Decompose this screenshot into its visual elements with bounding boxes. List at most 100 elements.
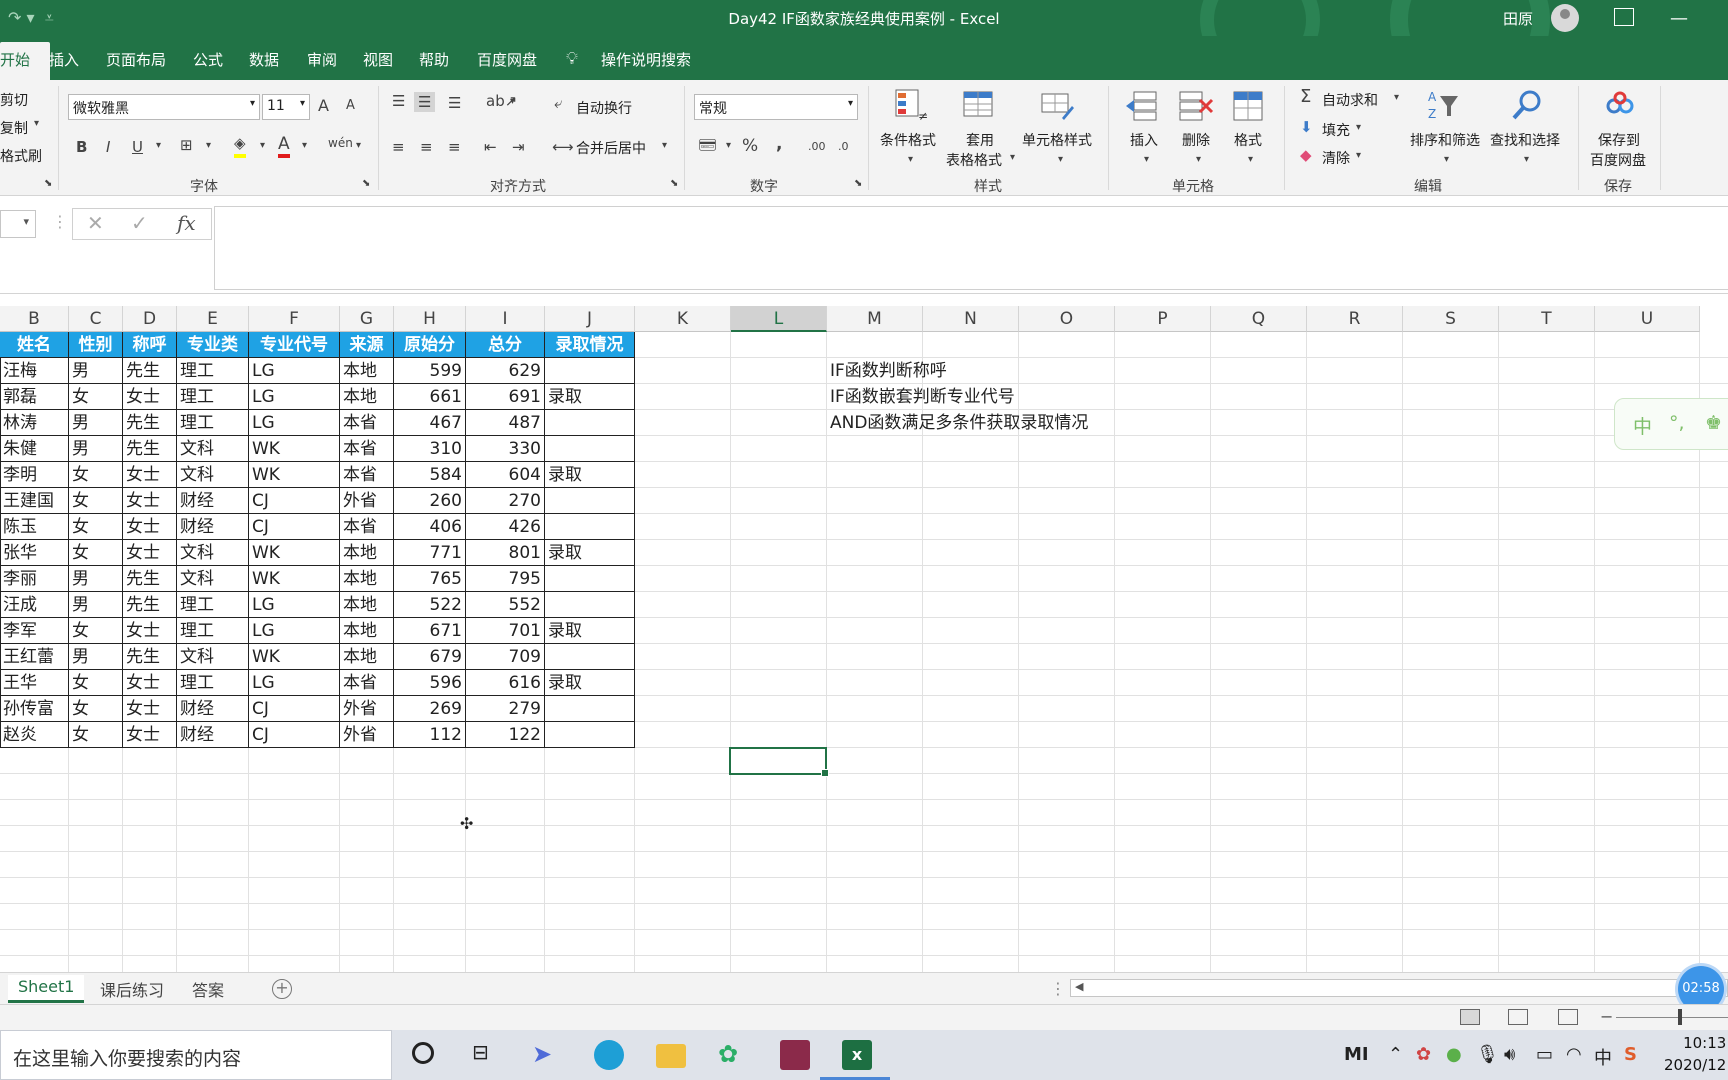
table-cell[interactable]: 理工: [177, 592, 249, 618]
border-icon[interactable]: ⊞: [180, 136, 193, 154]
table-cell[interactable]: 本地: [340, 566, 394, 592]
table-cell[interactable]: [545, 696, 635, 722]
sheet-tab-answer[interactable]: 答案: [182, 975, 234, 1003]
column-header-q[interactable]: Q: [1211, 306, 1307, 332]
percent-button[interactable]: %: [742, 136, 758, 156]
sort-filter-button[interactable]: 排序和筛选: [1410, 130, 1480, 150]
sort-filter-icon[interactable]: A Z: [1426, 88, 1462, 122]
table-cell[interactable]: 599: [394, 358, 466, 384]
italic-button[interactable]: I: [106, 138, 110, 156]
format-as-table-icon[interactable]: [962, 88, 998, 122]
enter-icon[interactable]: ✓: [131, 211, 148, 235]
table-cell[interactable]: 112: [394, 722, 466, 748]
table-cell[interactable]: [545, 566, 635, 592]
table-cell[interactable]: 理工: [177, 410, 249, 436]
decrease-decimal-button[interactable]: .0: [838, 140, 849, 153]
column-header-c[interactable]: C: [69, 306, 123, 332]
find-select-button[interactable]: 查找和选择: [1490, 130, 1560, 150]
mi-brand[interactable]: MI: [1344, 1044, 1369, 1065]
table-cell[interactable]: WK: [249, 462, 340, 488]
table-cell[interactable]: 596: [394, 670, 466, 696]
table-cell[interactable]: 李丽: [0, 566, 69, 592]
dialog-launcher-icon[interactable]: ⬊: [670, 178, 678, 189]
selected-cell[interactable]: [729, 747, 829, 777]
column-header-l[interactable]: L: [731, 306, 827, 332]
cell-styles-button[interactable]: 单元格样式: [1022, 130, 1092, 150]
table-cell[interactable]: 679: [394, 644, 466, 670]
format-as-table-label-1[interactable]: 套用: [966, 130, 994, 150]
table-cell[interactable]: 文科: [177, 566, 249, 592]
file-explorer-icon[interactable]: [656, 1044, 686, 1068]
decrease-indent-icon[interactable]: ⇤: [484, 138, 497, 156]
user-name[interactable]: 田原: [1503, 8, 1533, 29]
table-cell[interactable]: 270: [466, 488, 545, 514]
table-cell[interactable]: 女: [69, 618, 123, 644]
add-sheet-button[interactable]: +: [272, 979, 292, 999]
table-cell[interactable]: 男: [69, 436, 123, 462]
zoom-out-icon[interactable]: −: [1600, 1007, 1613, 1026]
table-cell[interactable]: 406: [394, 514, 466, 540]
zoom-slider[interactable]: [1616, 1017, 1728, 1018]
formula-input[interactable]: [214, 206, 1728, 290]
table-cell[interactable]: 女士: [123, 514, 177, 540]
tray-app-icon[interactable]: ✿: [1416, 1044, 1431, 1065]
table-cell[interactable]: 录取: [545, 540, 635, 566]
table-cell[interactable]: 汪梅: [0, 358, 69, 384]
autosum-button[interactable]: 自动求和: [1322, 90, 1378, 110]
table-cell[interactable]: 629: [466, 358, 545, 384]
table-cell[interactable]: 671: [394, 618, 466, 644]
table-cell[interactable]: [545, 592, 635, 618]
table-header-cell[interactable]: 专业代号: [249, 332, 339, 357]
column-header-n[interactable]: N: [923, 306, 1019, 332]
table-cell[interactable]: 陈玉: [0, 514, 69, 540]
table-cell[interactable]: 本地: [340, 592, 394, 618]
chevron-down-icon[interactable]: ▾: [206, 140, 211, 151]
table-cell[interactable]: 122: [466, 722, 545, 748]
table-cell[interactable]: 张华: [0, 540, 69, 566]
format-cells-icon[interactable]: [1230, 88, 1266, 122]
table-cell[interactable]: 赵炎: [0, 722, 69, 748]
find-select-icon[interactable]: [1510, 88, 1546, 122]
table-cell[interactable]: 先生: [123, 358, 177, 384]
table-cell[interactable]: 女: [69, 540, 123, 566]
table-header-cell[interactable]: 原始分: [394, 332, 465, 357]
sheet-tab-exercise[interactable]: 课后练习: [90, 975, 174, 1003]
table-cell[interactable]: 先生: [123, 436, 177, 462]
sheet-tab-sheet1[interactable]: Sheet1: [8, 975, 85, 1003]
table-cell[interactable]: 录取: [545, 384, 635, 410]
scroll-left-icon[interactable]: ◀: [1075, 980, 1083, 993]
table-cell[interactable]: 男: [69, 644, 123, 670]
chevron-down-icon[interactable]: ▾: [1144, 154, 1149, 165]
copy-button[interactable]: 复制: [0, 118, 28, 138]
table-cell[interactable]: 795: [466, 566, 545, 592]
tab-page-layout[interactable]: 页面布局: [106, 49, 166, 70]
column-header-m[interactable]: M: [827, 306, 923, 332]
table-cell[interactable]: 录取: [545, 462, 635, 488]
table-cell[interactable]: WK: [249, 644, 340, 670]
table-header-cell[interactable]: 性别: [69, 332, 122, 357]
table-cell[interactable]: 朱健: [0, 436, 69, 462]
save-to-netdisk-label-2[interactable]: 百度网盘: [1590, 150, 1646, 170]
table-cell[interactable]: 先生: [123, 644, 177, 670]
table-header-cell[interactable]: 录取情况: [545, 332, 634, 357]
table-cell[interactable]: 先生: [123, 566, 177, 592]
table-cell[interactable]: 279: [466, 696, 545, 722]
table-cell[interactable]: 691: [466, 384, 545, 410]
merge-center-button[interactable]: 合并后居中: [576, 138, 646, 158]
table-cell[interactable]: LG: [249, 384, 340, 410]
table-header-cell[interactable]: 来源: [340, 332, 393, 357]
accounting-format-icon[interactable]: 💳︎: [698, 136, 717, 154]
table-cell[interactable]: 269: [394, 696, 466, 722]
taskbar-ime[interactable]: 中: [1594, 1044, 1612, 1070]
feishu-icon[interactable]: ➤: [532, 1040, 562, 1070]
delete-cells-icon[interactable]: [1178, 88, 1214, 122]
table-cell[interactable]: [545, 410, 635, 436]
tab-insert[interactable]: 插入: [49, 49, 79, 70]
tab-formulas[interactable]: 公式: [193, 49, 223, 70]
column-header-i[interactable]: I: [466, 306, 545, 332]
table-cell[interactable]: 701: [466, 618, 545, 644]
table-cell[interactable]: [545, 488, 635, 514]
table-cell[interactable]: 郭磊: [0, 384, 69, 410]
ribbon-display-options-icon[interactable]: [1614, 8, 1634, 26]
page-break-view-icon[interactable]: [1558, 1009, 1578, 1025]
